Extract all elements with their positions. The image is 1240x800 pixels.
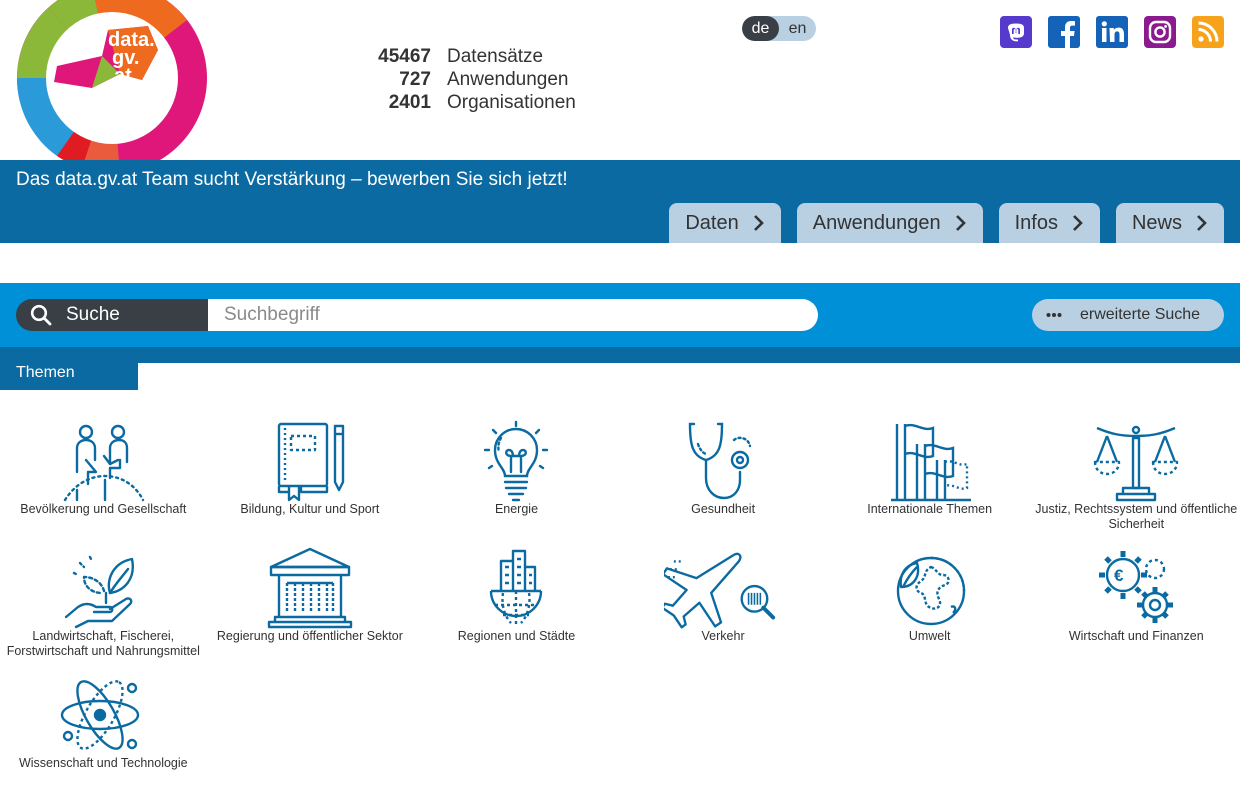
- topic-energie[interactable]: Energie: [413, 420, 620, 547]
- airplane-icon: [664, 552, 776, 629]
- social-links: [1000, 16, 1224, 48]
- topic-label: Internationale Themen: [867, 502, 993, 516]
- chevron-right-icon: [1073, 215, 1083, 231]
- topic-bevoelkerung[interactable]: Bevölkerung und Gesellschaft: [0, 420, 207, 547]
- section-divider: [0, 347, 1240, 363]
- portal-statistics: 45467 Datensätze 727 Anwendungen 2401 Or…: [360, 46, 576, 115]
- topic-international[interactable]: Internationale Themen: [826, 420, 1033, 547]
- nav-tab-anwendungen[interactable]: Anwendungen: [796, 203, 983, 243]
- government-building-icon: [267, 547, 353, 629]
- language-switch: de en: [742, 16, 816, 41]
- stat-value: 45467: [378, 46, 431, 67]
- topic-landwirtschaft[interactable]: Landwirtschaft, Fischerei, Forstwirtscha…: [0, 547, 207, 674]
- svg-text:€: €: [1114, 566, 1124, 585]
- search-button[interactable]: Suche: [16, 299, 216, 331]
- themen-heading: Themen: [0, 347, 138, 390]
- stat-label[interactable]: Organisationen: [447, 92, 576, 114]
- linkedin-icon[interactable]: [1096, 16, 1128, 48]
- topic-label: Justiz, Rechtssystem und öffentliche Sic…: [1035, 502, 1238, 531]
- job-announcement-link[interactable]: Das data.gv.at Team sucht Verstärkung – …: [16, 169, 568, 191]
- mastodon-icon[interactable]: [1000, 16, 1032, 48]
- topic-label: Landwirtschaft, Fischerei, Forstwirtscha…: [6, 629, 200, 658]
- chevron-right-icon: [753, 215, 764, 231]
- nav-tab-label: News: [1131, 211, 1182, 234]
- topic-gesundheit[interactable]: Gesundheit: [620, 420, 827, 547]
- nav-tab-daten[interactable]: Daten: [669, 203, 781, 243]
- facebook-icon[interactable]: [1048, 16, 1080, 48]
- search-bar: Suche erweiterte Suche: [0, 283, 1240, 347]
- logo-text-line3: at: [114, 65, 132, 87]
- search-input[interactable]: [208, 299, 818, 331]
- stat-datasets[interactable]: 45467 Datensätze: [360, 46, 576, 69]
- plant-in-hand-icon: [65, 555, 135, 629]
- topic-label: Umwelt: [908, 629, 951, 643]
- stat-value: 727: [399, 69, 431, 90]
- data-gv-at-logo[interactable]: data. gv. at: [16, 0, 208, 160]
- topic-verkehr[interactable]: Verkehr: [620, 547, 827, 674]
- topic-regionen[interactable]: Regionen und Städte: [413, 547, 620, 674]
- city-globe-icon: [490, 549, 543, 625]
- header-banner: Das data.gv.at Team sucht Verstärkung – …: [0, 160, 1240, 243]
- topic-label: Wirtschaft und Finanzen: [1068, 629, 1204, 643]
- stat-label[interactable]: Anwendungen: [447, 69, 569, 91]
- book-icon: [277, 422, 345, 502]
- chevron-right-icon: [1197, 215, 1207, 231]
- gears-euro-icon: €: [1099, 551, 1174, 623]
- topic-label: Energie: [494, 502, 539, 516]
- topic-bildung[interactable]: Bildung, Kultur und Sport: [207, 420, 414, 547]
- stat-applications[interactable]: 727 Anwendungen: [360, 69, 576, 92]
- advanced-search-label: erweiterte Suche: [1080, 306, 1201, 323]
- atom-icon: [61, 680, 140, 750]
- light-bulb-icon: [484, 420, 549, 502]
- topic-label: Bildung, Kultur und Sport: [240, 502, 380, 516]
- topic-label: Bevölkerung und Gesellschaft: [20, 502, 187, 516]
- advanced-search-button[interactable]: erweiterte Suche: [1032, 299, 1224, 331]
- topic-wirtschaft[interactable]: € Wirtschaft und Finanzen: [1033, 547, 1240, 674]
- topic-label: Regierung und öffentlicher Sektor: [216, 629, 403, 643]
- nav-tab-news[interactable]: News: [1115, 203, 1224, 243]
- topic-wissenschaft[interactable]: Wissenschaft und Technologie: [0, 674, 207, 800]
- nav-tab-label: Daten: [685, 211, 739, 234]
- topic-label: Verkehr: [701, 629, 745, 643]
- nav-tab-label: Anwendungen: [812, 211, 941, 234]
- topic-regierung[interactable]: Regierung und öffentlicher Sektor: [207, 547, 414, 674]
- topic-justiz[interactable]: Justiz, Rechtssystem und öffentliche Sic…: [1033, 420, 1240, 547]
- language-en-button[interactable]: en: [779, 16, 816, 41]
- stethoscope-icon: [688, 422, 752, 500]
- topic-label: Regionen und Städte: [457, 629, 576, 643]
- nav-tab-label: Infos: [1014, 211, 1058, 234]
- search-icon: [30, 304, 52, 326]
- topic-label: Gesundheit: [691, 502, 756, 516]
- chevron-right-icon: [955, 215, 966, 231]
- more-dots-icon: [1046, 313, 1062, 317]
- language-de-button[interactable]: de: [742, 16, 779, 41]
- people-icon: [64, 424, 145, 502]
- main-navigation: Daten Anwendungen Infos News: [669, 203, 1224, 243]
- search-button-label: Suche: [66, 304, 120, 325]
- earth-leaf-icon: [896, 556, 965, 626]
- topic-umwelt[interactable]: Umwelt: [826, 547, 1033, 674]
- topics-grid: Bevölkerung und Gesellschaft Bildung, Ku…: [0, 420, 1240, 800]
- rss-icon[interactable]: [1192, 16, 1224, 48]
- stat-label[interactable]: Datensätze: [447, 46, 543, 68]
- stat-organisations[interactable]: 2401 Organisationen: [360, 92, 576, 115]
- scales-of-justice-icon: [1094, 425, 1179, 502]
- instagram-icon[interactable]: [1144, 16, 1176, 48]
- flags-icon: [890, 423, 971, 502]
- topic-label: Wissenschaft und Technologie: [18, 756, 188, 770]
- nav-tab-infos[interactable]: Infos: [998, 203, 1100, 243]
- stat-value: 2401: [388, 92, 431, 113]
